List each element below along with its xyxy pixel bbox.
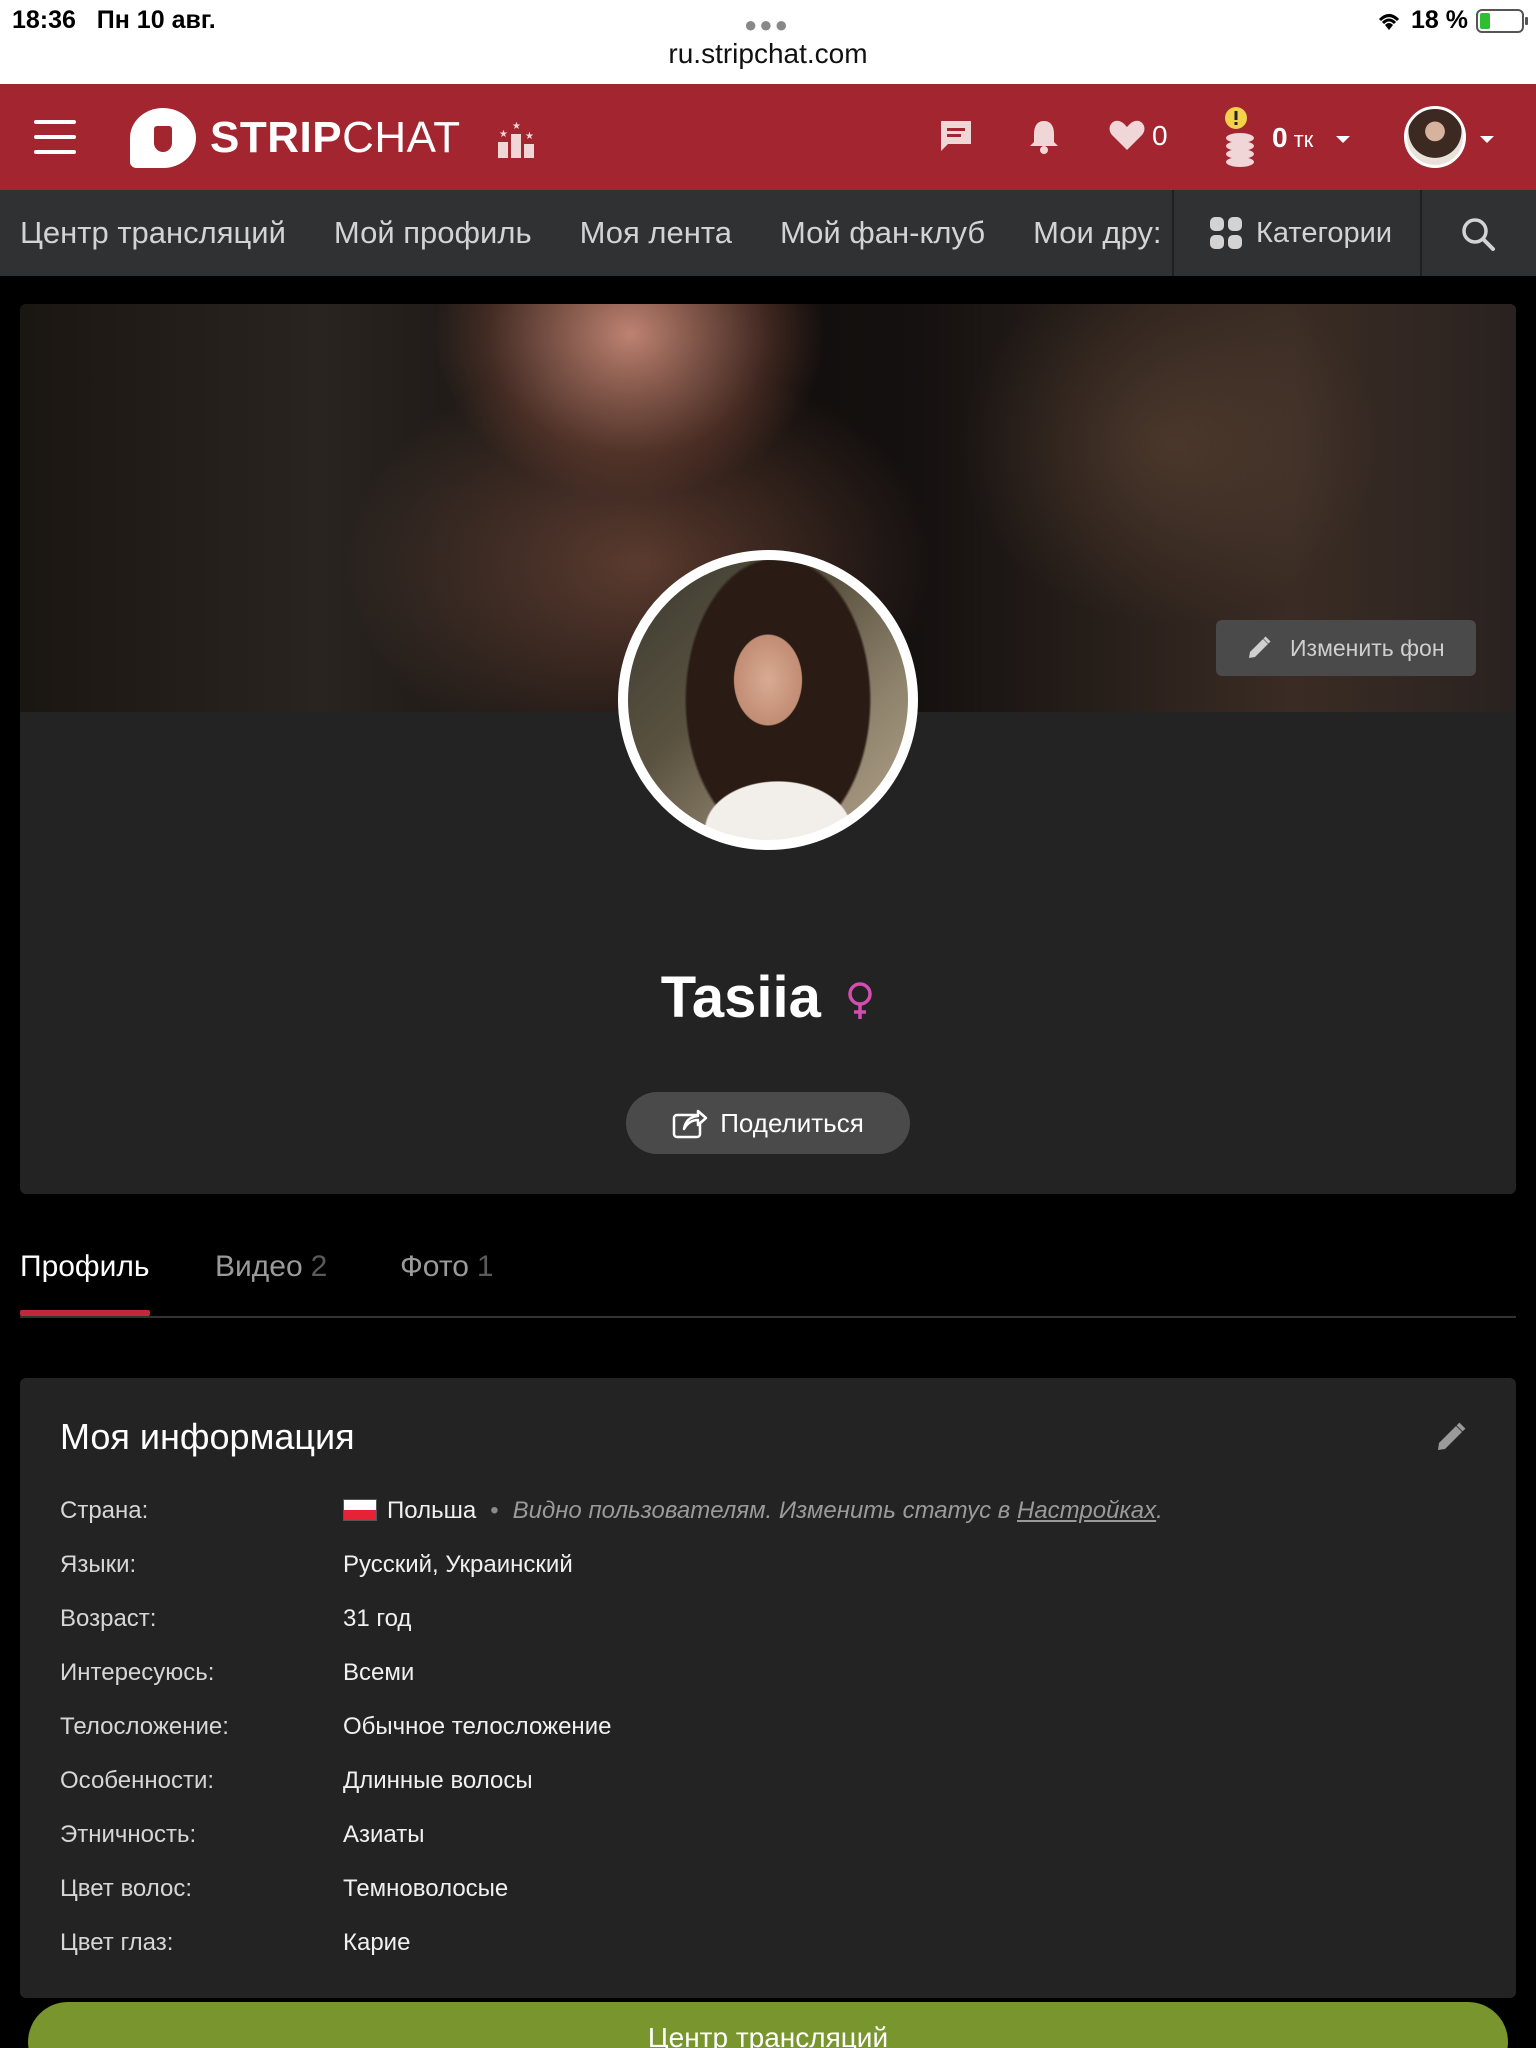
broadcast-center-button[interactable]: Центр трансляций xyxy=(28,2002,1508,2048)
battery-percent: 18 % xyxy=(1411,6,1468,34)
address-bar-url[interactable]: ru.stripchat.com xyxy=(0,38,1536,70)
username-row: Tasiia xyxy=(20,964,1516,1031)
profile-card: Изменить фон Tasiia Поделиться xyxy=(20,304,1516,1194)
share-button[interactable]: Поделиться xyxy=(626,1092,910,1154)
more-dots-icon[interactable]: ●●● xyxy=(744,12,790,38)
grid-icon xyxy=(1210,217,1242,249)
info-value: Обычное телосложение xyxy=(343,1713,612,1740)
battery-icon xyxy=(1476,8,1528,33)
info-label: Этничность: xyxy=(60,1821,197,1848)
info-label: Особенности: xyxy=(60,1767,215,1794)
nav-item-my-feed[interactable]: Моя лента xyxy=(580,215,732,251)
logo-text-light: CHAT xyxy=(342,113,461,162)
tab-photos[interactable]: Фото 1 xyxy=(400,1250,494,1284)
svg-text:★: ★ xyxy=(525,131,534,142)
info-label: Возраст: xyxy=(60,1605,157,1632)
visibility-text: Видно пользователям. Изменить статус в xyxy=(512,1497,1011,1524)
info-value: Длинные волосы xyxy=(343,1767,533,1794)
categories-button[interactable]: Категории xyxy=(1172,190,1422,276)
tokens-balance[interactable]: 0 тк xyxy=(1272,122,1313,154)
tokens-coins-icon[interactable] xyxy=(1222,106,1266,168)
svg-text:★: ★ xyxy=(512,121,521,132)
nav-item-broadcast-center[interactable]: Центр трансляций xyxy=(20,215,286,251)
status-clock: 18:36 xyxy=(12,6,76,34)
settings-link[interactable]: Настройках xyxy=(1017,1497,1156,1524)
profile-tabs: Профиль Видео 2 Фото 1 xyxy=(20,1230,1516,1318)
tab-photos-label: Фото xyxy=(400,1250,469,1283)
share-label: Поделиться xyxy=(720,1107,864,1138)
user-menu-dropdown-icon[interactable] xyxy=(1480,136,1494,143)
info-title: Моя информация xyxy=(60,1416,355,1457)
info-label: Телосложение: xyxy=(60,1713,229,1740)
info-label: Языки: xyxy=(60,1551,137,1578)
favorites-count: 0 xyxy=(1152,120,1168,151)
status-date: Пн 10 авг. xyxy=(96,6,216,34)
tokens-unit: тк xyxy=(1293,127,1314,152)
active-tab-indicator xyxy=(20,1310,150,1316)
info-value: Русский, Украинский xyxy=(343,1551,573,1578)
logo-text-bold: STRIP xyxy=(210,113,343,162)
info-value: 31 год xyxy=(343,1605,412,1632)
tab-videos[interactable]: Видео 2 xyxy=(215,1250,327,1284)
nav-items: Центр трансляций Мой профиль Моя лента М… xyxy=(20,190,1172,276)
tab-videos-label: Видео xyxy=(215,1250,303,1283)
my-info-card: Моя информация Страна: Польша • Видно поль… xyxy=(20,1378,1516,1998)
female-gender-icon xyxy=(848,981,873,1019)
menu-icon[interactable] xyxy=(34,120,76,154)
info-value: Польша • Видно пользователям. Изменить ста… xyxy=(343,1494,1163,1528)
nav-item-fan-club[interactable]: Мой фан-клуб xyxy=(780,215,985,251)
ios-status-bar: 18:36 Пн 10 авг. ●●● ru.stripchat.com 18… xyxy=(0,0,1536,84)
nav-item-my-friends[interactable]: Мои дру: xyxy=(1033,215,1161,251)
info-label: Страна: xyxy=(60,1497,149,1524)
username: Tasiia xyxy=(660,965,821,1030)
info-label: Интересуюсь: xyxy=(60,1659,215,1686)
nav-item-my-profile[interactable]: Мой профиль xyxy=(334,215,532,251)
pencil-icon xyxy=(1249,636,1271,658)
notifications-bell-icon[interactable] xyxy=(1028,118,1060,154)
site-header: STRIPCHAT ★ ★ ★ 0 0 тк xyxy=(0,84,1536,190)
svg-text:★: ★ xyxy=(499,129,508,140)
search-icon[interactable] xyxy=(1460,216,1496,252)
info-label: Цвет волос: xyxy=(60,1875,193,1902)
status-right: 18 % xyxy=(1375,6,1528,35)
tokens-value: 0 xyxy=(1272,122,1288,153)
logo-mark-icon xyxy=(130,108,196,168)
change-background-button[interactable]: Изменить фон xyxy=(1216,620,1476,676)
stripchat-logo[interactable]: STRIPCHAT xyxy=(130,108,461,168)
country-value: Польша xyxy=(387,1497,477,1524)
tab-profile-label: Профиль xyxy=(20,1250,150,1283)
profile-avatar[interactable] xyxy=(618,550,918,850)
status-time: 18:36 Пн 10 авг. xyxy=(12,6,216,35)
change-background-label: Изменить фон xyxy=(1290,634,1445,661)
tokens-dropdown-icon[interactable] xyxy=(1336,136,1350,143)
info-value: Темноволосые xyxy=(343,1875,509,1902)
tab-profile[interactable]: Профиль xyxy=(20,1250,150,1284)
main-nav: Центр трансляций Мой профиль Моя лента М… xyxy=(0,190,1536,276)
leaderboard-stars-icon[interactable]: ★ ★ ★ xyxy=(494,118,538,158)
visibility-note: Видно пользователям. Изменить статус в Н… xyxy=(513,1497,1163,1524)
info-label: Цвет глаз: xyxy=(60,1929,174,1956)
poland-flag-icon xyxy=(343,1499,377,1521)
info-value: Всеми xyxy=(343,1659,415,1686)
info-value: Карие xyxy=(343,1929,411,1956)
tab-videos-count: 2 xyxy=(310,1250,328,1283)
share-icon xyxy=(672,1109,708,1139)
wifi-icon xyxy=(1378,13,1400,30)
bullet-separator: • xyxy=(490,1497,499,1524)
tab-photos-count: 1 xyxy=(476,1250,494,1283)
info-value: Азиаты xyxy=(343,1821,425,1848)
visibility-period: . xyxy=(1156,1497,1163,1524)
messages-icon[interactable] xyxy=(938,118,974,154)
user-avatar[interactable] xyxy=(1404,106,1466,168)
edit-pencil-icon[interactable] xyxy=(1434,1420,1468,1454)
favorites-heart-icon[interactable] xyxy=(1108,118,1146,152)
categories-label: Категории xyxy=(1256,216,1393,249)
